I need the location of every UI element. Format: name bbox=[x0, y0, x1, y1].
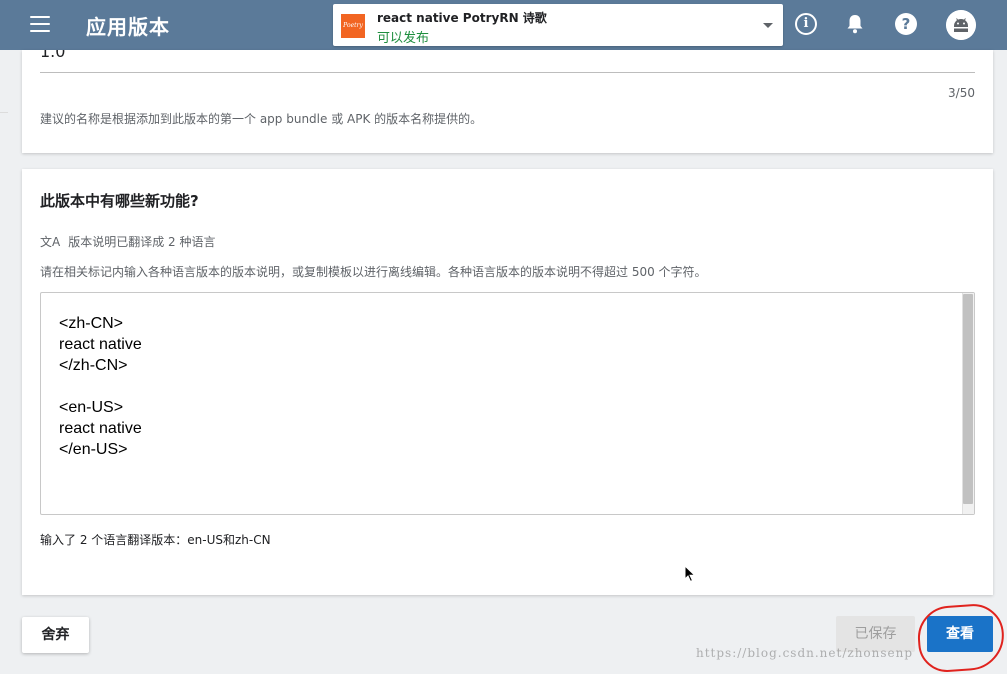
release-notes-card: 此版本中有哪些新功能? 文A 版本说明已翻译成 2 种语言 请在相关标记内输入各… bbox=[22, 169, 993, 595]
translation-status: 文A 版本说明已翻译成 2 种语言 bbox=[40, 233, 215, 250]
annotation-highlight-circle bbox=[915, 602, 1007, 674]
release-notes-textarea-container bbox=[40, 292, 975, 515]
app-name: react native PotryRN 诗歌 bbox=[377, 11, 547, 25]
app-selector[interactable]: Poetry react native PotryRN 诗歌 可以发布 bbox=[333, 4, 783, 46]
char-counter: 3/50 bbox=[948, 86, 975, 100]
chevron-down-icon[interactable] bbox=[763, 23, 773, 28]
language-summary: 输入了 2 个语言翻译版本：en-US和zh-CN bbox=[40, 533, 271, 547]
section-title: 此版本中有哪些新功能? bbox=[40, 192, 199, 210]
top-app-bar: 应用版本 Poetry react native PotryRN 诗歌 可以发布… bbox=[0, 0, 1007, 50]
watermark: https://blog.csdn.net/zhonsenp bbox=[696, 646, 914, 660]
input-underline bbox=[40, 72, 975, 73]
release-notes-hint: 请在相关标记内输入各种语言版本的版本说明，或复制模板以进行离线编辑。各种语言版本… bbox=[40, 265, 707, 279]
app-logo: Poetry bbox=[341, 14, 365, 38]
discard-button[interactable]: 舍弃 bbox=[22, 617, 89, 653]
page-title: 应用版本 bbox=[86, 15, 170, 39]
scrollbar-thumb[interactable] bbox=[963, 294, 973, 504]
android-avatar-icon bbox=[946, 10, 976, 40]
divider bbox=[0, 112, 8, 113]
release-name-input[interactable]: 1.0 bbox=[40, 50, 65, 60]
hamburger-menu-icon[interactable] bbox=[30, 16, 50, 32]
scrollbar[interactable] bbox=[962, 293, 974, 514]
translate-icon: 文A bbox=[40, 235, 61, 249]
app-status: 可以发布 bbox=[377, 31, 430, 46]
mouse-cursor-icon bbox=[684, 565, 696, 583]
avatar[interactable] bbox=[946, 10, 976, 40]
help-icon[interactable]: ? bbox=[895, 13, 917, 35]
release-notes-textarea[interactable] bbox=[41, 293, 960, 514]
bell-icon[interactable] bbox=[846, 14, 864, 34]
release-name-hint: 建议的名称是根据添加到此版本的第一个 app bundle 或 APK 的版本名… bbox=[40, 112, 483, 126]
translation-status-text: 版本说明已翻译成 2 种语言 bbox=[68, 235, 216, 249]
info-icon[interactable]: i bbox=[795, 13, 817, 35]
release-name-card: 1.0 3/50 建议的名称是根据添加到此版本的第一个 app bundle 或… bbox=[22, 50, 993, 153]
